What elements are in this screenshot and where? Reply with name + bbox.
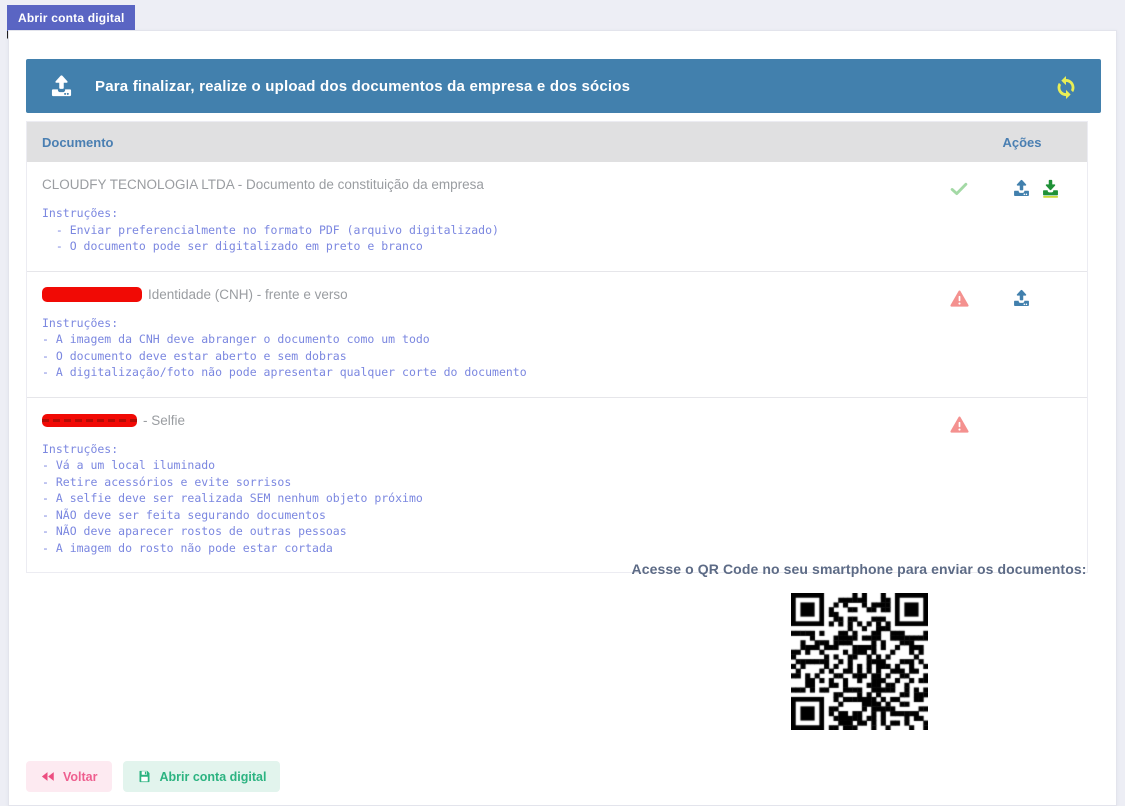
table-row-cnh: Identidade (CNH) - frente e verso Instru… — [27, 271, 1087, 397]
actions-cell — [937, 162, 1087, 271]
instruction-line: - Vá a um local iluminado — [42, 457, 927, 474]
abrir-conta-digital-button[interactable]: Abrir conta digital — [123, 761, 281, 792]
refresh-icon[interactable] — [1053, 73, 1079, 99]
upload-icon — [48, 73, 75, 100]
instruction-line: - A imagem da CNH deve abranger o docume… — [42, 331, 927, 348]
upload-action-icon[interactable] — [1011, 288, 1032, 309]
instruction-line: - A digitalização/foto não pode apresent… — [42, 364, 927, 381]
table-row-selfie: - Selfie Instruções: - Vá a um local ilu… — [27, 397, 1087, 573]
instructions-block: Instruções: - Enviar preferencialmente n… — [42, 205, 927, 261]
voltar-button[interactable]: Voltar — [26, 761, 112, 792]
actions-cell — [937, 398, 1087, 573]
document-cell: Identidade (CNH) - frente e verso Instru… — [27, 272, 937, 397]
warning-icon — [949, 414, 970, 435]
upload-panel: Para finalizar, realize o upload dos doc… — [8, 30, 1117, 806]
instruction-line: - O documento deve estar aberto e sem do… — [42, 348, 927, 365]
panel-title: Para finalizar, realize o upload dos doc… — [95, 78, 630, 95]
footer-actions: Voltar Abrir conta digital — [26, 761, 280, 792]
instruction-line: - Enviar preferencialmente no formato PD… — [42, 222, 927, 239]
rewind-icon — [40, 769, 55, 784]
save-icon — [137, 769, 152, 784]
actions-cell — [937, 272, 1087, 397]
abrir-conta-digital-tab[interactable]: Abrir conta digital — [7, 5, 135, 32]
column-header-acoes: Ações — [937, 135, 1087, 150]
instruction-line: - NÃO deve ser feita segurando documento… — [42, 507, 927, 524]
instructions-block: Instruções: - A imagem da CNH deve abran… — [42, 315, 927, 387]
document-cell: CLOUDFY TECNOLOGIA LTDA - Documento de c… — [27, 162, 937, 271]
redacted-name-block — [42, 287, 142, 302]
download-action-icon[interactable] — [1040, 178, 1061, 199]
document-title: CLOUDFY TECNOLOGIA LTDA - Documento de c… — [42, 176, 927, 193]
instructions-label: Instruções: — [42, 205, 927, 222]
document-title: - Selfie — [42, 412, 927, 429]
document-cell: - Selfie Instruções: - Vá a um local ilu… — [27, 398, 937, 573]
instruction-line: - A selfie deve ser realizada SEM nenhum… — [42, 490, 927, 507]
qr-code — [791, 593, 928, 730]
instruction-line: - O documento pode ser digitalizado em p… — [42, 238, 927, 255]
column-header-documento: Documento — [27, 135, 937, 150]
check-icon — [948, 178, 970, 200]
documents-table: Documento Ações CLOUDFY TECNOLOGIA LTDA … — [26, 121, 1088, 573]
instructions-label: Instruções: — [42, 315, 927, 332]
abrir-conta-digital-label: Abrir conta digital — [160, 770, 267, 784]
instruction-line: - NÃO deve aparecer rostos de outras pes… — [42, 523, 927, 540]
instructions-label: Instruções: — [42, 441, 927, 458]
table-row-constituicao: CLOUDFY TECNOLOGIA LTDA - Documento de c… — [27, 162, 1087, 271]
panel-header: Para finalizar, realize o upload dos doc… — [26, 59, 1101, 113]
qr-section: Acesse o QR Code no seu smartphone para … — [599, 561, 1119, 735]
table-header-row: Documento Ações — [27, 122, 1087, 162]
instruction-line: - Retire acessórios e evite sorrisos — [42, 474, 927, 491]
voltar-label: Voltar — [63, 770, 98, 784]
redacted-name-block — [42, 414, 137, 427]
warning-icon — [949, 288, 970, 309]
qr-caption: Acesse o QR Code no seu smartphone para … — [599, 561, 1119, 577]
document-title: Identidade (CNH) - frente e verso — [42, 286, 927, 303]
instruction-line: - A imagem do rosto não pode estar corta… — [42, 540, 927, 557]
instructions-block: Instruções: - Vá a um local iluminado- R… — [42, 441, 927, 563]
upload-action-icon[interactable] — [1011, 178, 1032, 199]
